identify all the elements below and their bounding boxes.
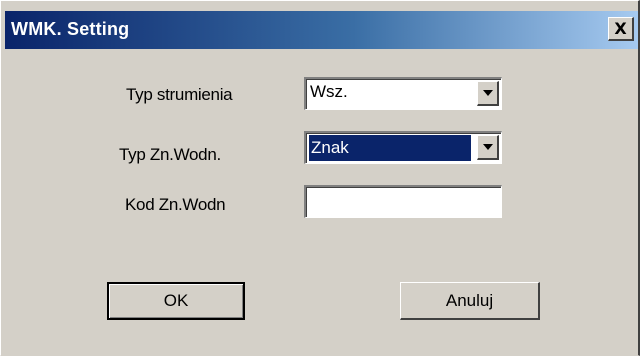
watermark-code-input[interactable] [304, 185, 502, 218]
ok-button-label: OK [163, 291, 189, 310]
stream-type-combobox[interactable]: Wsz. [304, 77, 502, 110]
watermark-type-dropdown-button[interactable] [477, 135, 499, 160]
close-icon: X [614, 18, 627, 38]
watermark-type-label: Typ Zn.Wodn. [119, 145, 221, 164]
dialog-window: WMK. Setting X Typ strumienia Wsz. Typ Z… [0, 0, 640, 356]
cancel-button[interactable]: Anuluj [400, 282, 540, 320]
watermark-type-value: Znak [309, 135, 471, 161]
cancel-button-label: Anuluj [445, 290, 494, 310]
close-button[interactable]: X [608, 17, 634, 41]
ok-button[interactable]: OK [107, 282, 245, 320]
watermark-code-label: Kod Zn.Wodn [125, 195, 226, 214]
chevron-down-icon [483, 90, 493, 96]
chevron-down-icon [483, 144, 493, 150]
title-bar[interactable]: WMK. Setting X [5, 11, 638, 49]
stream-type-label: Typ strumienia [126, 85, 233, 104]
stream-type-dropdown-button[interactable] [477, 81, 499, 106]
watermark-type-combobox[interactable]: Znak [304, 131, 502, 164]
window-title: WMK. Setting [11, 19, 130, 39]
stream-type-value: Wsz. [310, 82, 348, 101]
